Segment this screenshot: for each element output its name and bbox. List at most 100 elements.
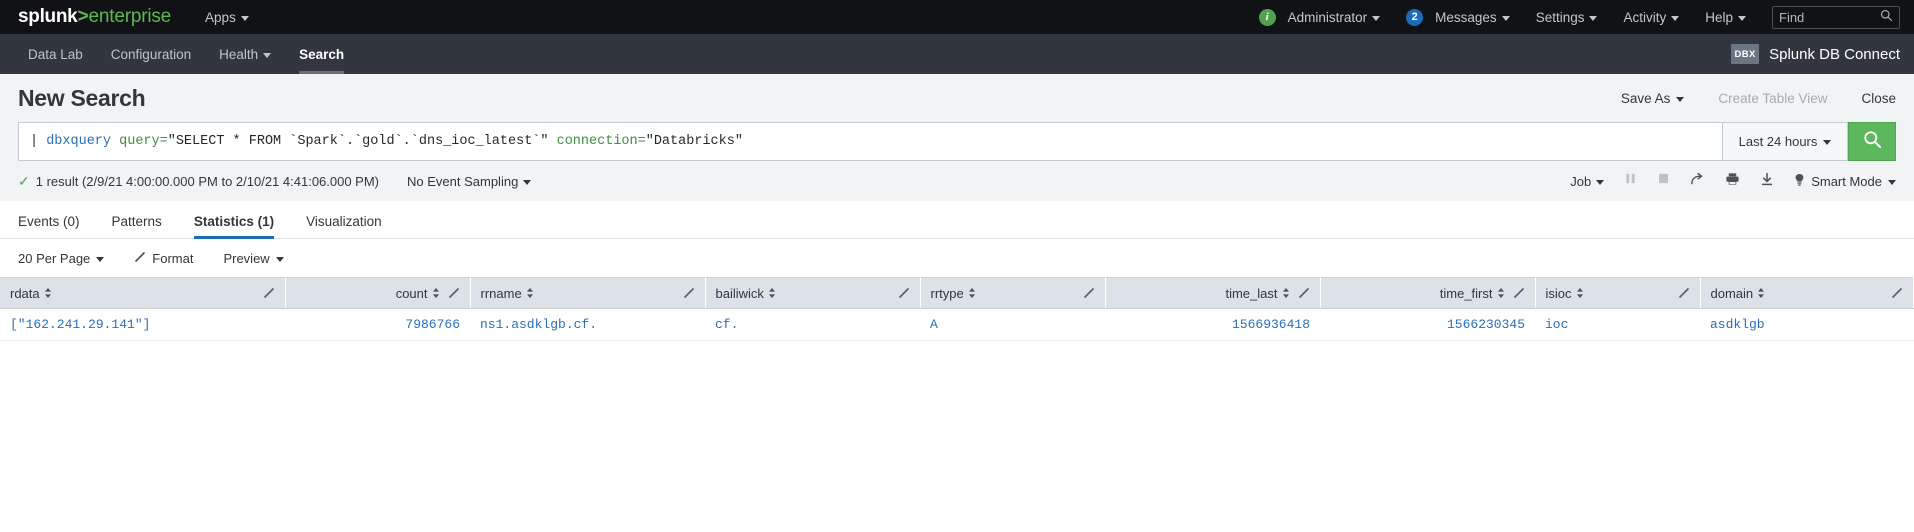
column-header-time-last[interactable]: time_last (1105, 277, 1321, 309)
tab-events[interactable]: Events (0) (18, 214, 96, 238)
chevron-down-icon (240, 15, 249, 21)
close-button[interactable]: Close (1861, 91, 1896, 106)
preview-menu[interactable]: Preview (223, 251, 284, 266)
edit-column-pencil-icon[interactable] (1513, 287, 1525, 299)
chevron-down-icon (1372, 15, 1381, 21)
sort-icon[interactable] (1757, 287, 1765, 299)
sort-icon[interactable] (432, 287, 440, 299)
column-label-domain: domain (1710, 285, 1754, 301)
results-toolbar: 20 Per Page Format Preview (0, 239, 1914, 277)
download-icon (1760, 172, 1774, 191)
edit-column-pencil-icon[interactable] (1083, 287, 1095, 299)
cell-value-isioc[interactable]: ioc (1545, 317, 1568, 332)
share-button[interactable] (1690, 172, 1705, 191)
sidebar-item-configuration[interactable]: Configuration (97, 34, 205, 74)
run-search-button[interactable] (1848, 122, 1896, 161)
column-header-rdata[interactable]: rdata (0, 277, 286, 309)
user-menu[interactable]: i Administrator (1258, 8, 1381, 26)
column-header-domain[interactable]: domain (1700, 277, 1914, 309)
format-button[interactable]: Format (134, 251, 193, 266)
logo-primary: splunk (18, 6, 78, 27)
cell-value-rdata: ["162.241.29.141"] (10, 317, 151, 332)
table-header-row: rdata count rrname bailiwick rrtype time… (0, 277, 1914, 309)
help-menu[interactable]: Help (1705, 10, 1746, 25)
tab-statistics[interactable]: Statistics (1) (178, 214, 290, 239)
column-header-bailiwick[interactable]: bailiwick (705, 277, 921, 309)
messages-menu[interactable]: 2 Messages (1406, 8, 1510, 26)
event-sampling-menu[interactable]: No Event Sampling (407, 174, 532, 189)
edit-column-pencil-icon[interactable] (448, 287, 460, 299)
column-header-isioc[interactable]: isioc (1535, 277, 1701, 309)
sort-icon[interactable] (1497, 287, 1505, 299)
cell-time-last[interactable]: 1566936418 (1105, 308, 1320, 341)
sort-icon[interactable] (44, 287, 52, 299)
edit-column-pencil-icon[interactable] (1891, 287, 1903, 299)
edit-column-pencil-icon[interactable] (1298, 287, 1310, 299)
help-menu-label: Help (1705, 9, 1733, 25)
query-token-arg-query: query= (119, 134, 168, 149)
column-label-rdata: rdata (10, 285, 40, 301)
cell-value-time-last[interactable]: 1566936418 (1232, 317, 1310, 332)
sidebar-item-search[interactable]: Search (285, 34, 358, 74)
per-page-menu[interactable]: 20 Per Page (18, 251, 105, 266)
search-query-input[interactable]: | dbxquery query="SELECT * FROM `Spark`.… (18, 122, 1722, 161)
search-mode-menu[interactable]: Smart Mode (1794, 173, 1896, 190)
cell-isioc[interactable]: ioc (1535, 308, 1700, 341)
user-menu-label: Administrator (1287, 9, 1368, 25)
cell-rrname[interactable]: ns1.asdklgb.cf. (470, 308, 705, 341)
cell-value-rrname[interactable]: ns1.asdklgb.cf. (480, 317, 597, 332)
sort-icon[interactable] (768, 287, 776, 299)
result-summary: ✓ 1 result (2/9/21 4:00:00.000 PM to 2/1… (18, 173, 379, 190)
job-controls: Job Smart Mode (1570, 172, 1896, 191)
splunk-logo[interactable]: splunk > enterprise (18, 6, 171, 28)
apps-menu[interactable]: Apps (205, 10, 249, 25)
save-as-button[interactable]: Save As (1621, 91, 1685, 106)
sort-icon[interactable] (526, 287, 534, 299)
cell-value-domain[interactable]: asdklgb (1710, 317, 1765, 332)
cell-value-time-first[interactable]: 1566230345 (1447, 317, 1525, 332)
settings-menu[interactable]: Settings (1536, 10, 1598, 25)
sort-icon[interactable] (968, 287, 976, 299)
query-token-pipe: | (30, 134, 47, 149)
export-button[interactable] (1760, 172, 1774, 191)
job-menu[interactable]: Job (1570, 173, 1605, 189)
cell-count[interactable]: 7986766 (285, 308, 470, 341)
cell-domain[interactable]: asdklgb (1700, 308, 1914, 341)
query-token-space-1 (111, 134, 119, 149)
global-find-placeholder: Find (1779, 9, 1805, 25)
print-button[interactable] (1725, 172, 1740, 191)
sort-icon[interactable] (1282, 287, 1290, 299)
sort-icon[interactable] (1576, 287, 1584, 299)
cell-rrtype[interactable]: A (920, 308, 1105, 341)
column-header-count[interactable]: count (285, 277, 471, 309)
job-menu-label: Job (1570, 173, 1592, 189)
edit-column-pencil-icon[interactable] (683, 287, 695, 299)
edit-column-pencil-icon[interactable] (1678, 287, 1690, 299)
column-header-rrtype[interactable]: rrtype (920, 277, 1106, 309)
tab-patterns[interactable]: Patterns (96, 214, 178, 238)
cell-time-first[interactable]: 1566230345 (1320, 308, 1535, 341)
sidebar-item-health[interactable]: Health (205, 34, 285, 74)
cell-value-count[interactable]: 7986766 (405, 317, 460, 332)
column-header-rrname[interactable]: rrname (470, 277, 706, 309)
tab-visualization[interactable]: Visualization (290, 214, 398, 238)
result-info-bar: ✓ 1 result (2/9/21 4:00:00.000 PM to 2/1… (0, 171, 1914, 201)
global-find-input[interactable]: Find (1772, 5, 1900, 29)
share-icon (1690, 172, 1705, 191)
save-as-label: Save As (1620, 90, 1671, 106)
search-bar-row: | dbxquery query="SELECT * FROM `Spark`.… (0, 122, 1914, 171)
search-icon (1863, 130, 1882, 154)
cell-bailiwick[interactable]: cf. (705, 308, 920, 341)
search-mode-label: Smart Mode (1811, 173, 1882, 189)
sidebar-item-data-lab[interactable]: Data Lab (14, 34, 97, 74)
activity-menu[interactable]: Activity (1623, 10, 1680, 25)
cell-value-bailiwick[interactable]: cf. (715, 317, 738, 332)
results-tabs: Events (0) Patterns Statistics (1) Visua… (0, 201, 1914, 239)
column-header-time-first[interactable]: time_first (1320, 277, 1536, 309)
edit-column-pencil-icon[interactable] (263, 287, 275, 299)
nav-label-health: Health (219, 46, 259, 62)
app-identity: DBX Splunk DB Connect (1731, 34, 1900, 74)
edit-column-pencil-icon[interactable] (898, 287, 910, 299)
cell-value-rrtype[interactable]: A (930, 317, 938, 332)
time-range-picker[interactable]: Last 24 hours (1722, 122, 1848, 161)
